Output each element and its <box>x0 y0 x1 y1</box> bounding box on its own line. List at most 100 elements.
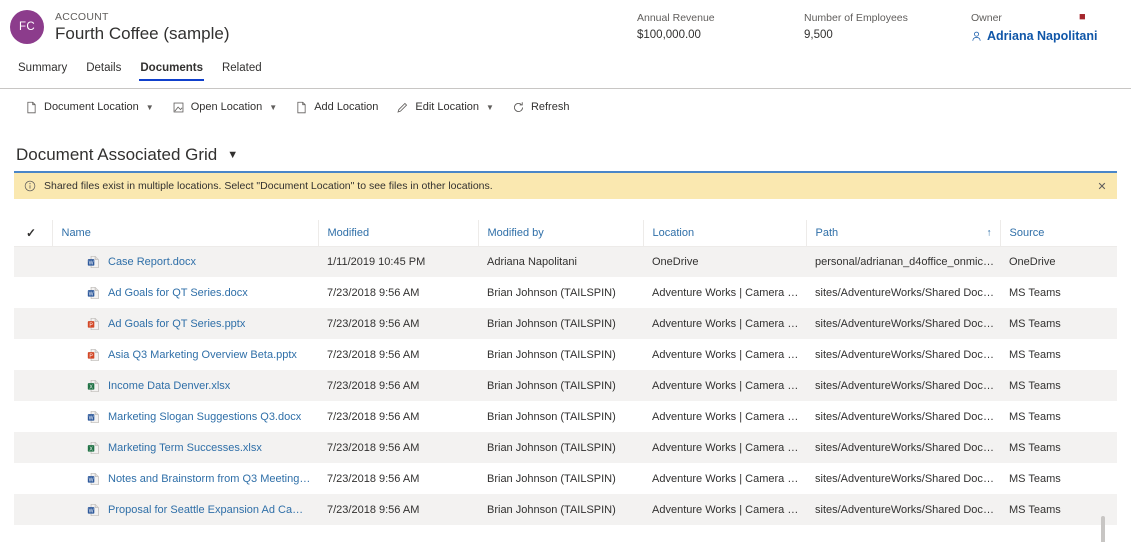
cell-modified-by: Brian Johnson (TAILSPIN) <box>487 472 616 485</box>
tab-documents[interactable]: Documents <box>132 62 211 81</box>
annual-revenue-label: Annual Revenue <box>637 12 715 24</box>
select-all-header[interactable]: ✓ <box>14 220 52 247</box>
row-select-cell[interactable] <box>14 494 52 525</box>
row-select-cell[interactable] <box>14 277 52 308</box>
cell-source: MS Teams <box>1009 503 1061 516</box>
cell-path: sites/AdventureWorks/Shared Documents/… <box>815 441 1000 454</box>
cell-location: Adventure Works | Camera Equipm… <box>652 317 806 330</box>
word-file-icon: W <box>87 410 99 423</box>
entity-type-label: ACCOUNT <box>55 10 109 23</box>
svg-text:W: W <box>89 477 94 483</box>
svg-text:W: W <box>89 260 94 266</box>
tab-related[interactable]: Related <box>214 62 270 81</box>
table-row[interactable]: W Marketing Slogan Suggestions Q3.docx 7/2… <box>14 401 1117 432</box>
chevron-down-icon: ▼ <box>269 102 278 112</box>
file-name-link[interactable]: Marketing Slogan Suggestions Q3.docx <box>108 411 301 423</box>
file-name-link[interactable]: Proposal for Seattle Expansion Ad Campai… <box>108 504 312 516</box>
close-icon[interactable]: ✕ <box>1095 180 1109 193</box>
vertical-scrollbar[interactable] <box>1101 516 1105 542</box>
open-location-button[interactable]: Open Location ▼ <box>163 96 286 119</box>
owner-label: Owner <box>971 12 1002 24</box>
checkmark-icon: ✓ <box>26 225 37 240</box>
cell-source: MS Teams <box>1009 472 1061 485</box>
cell-modified: 7/23/2018 9:56 AM <box>327 472 420 485</box>
cell-path: sites/AdventureWorks/Shared Documents/… <box>815 503 1000 516</box>
row-select-cell[interactable] <box>14 370 52 401</box>
cell-name: X Marketing Term Successes.xlsx <box>52 432 318 463</box>
row-select-cell[interactable] <box>14 432 52 463</box>
excel-file-icon: X <box>87 441 99 454</box>
cell-modified-by: Brian Johnson (TAILSPIN) <box>487 410 616 423</box>
column-header-source[interactable]: Source <box>999 220 1117 247</box>
document-location-icon <box>27 101 36 113</box>
cell-modified: 7/23/2018 9:56 AM <box>327 348 420 361</box>
row-select-cell[interactable] <box>14 339 52 370</box>
table-row[interactable]: W Notes and Brainstorm from Q3 Meeting.do… <box>14 463 1117 494</box>
header-field-owner: Owner ■ Adriana Napolitani <box>971 12 1131 44</box>
file-name-link[interactable]: Ad Goals for QT Series.docx <box>108 287 248 299</box>
table-row[interactable]: P Asia Q3 Marketing Overview Beta.pptx 7/2… <box>14 339 1117 370</box>
cell-modified: 7/23/2018 9:56 AM <box>327 379 420 392</box>
documents-table-wrapper: ✓ Name Modified Modified by Location Pat… <box>14 220 1117 542</box>
file-name-link[interactable]: Marketing Term Successes.xlsx <box>108 442 262 454</box>
cell-path: personal/adrianan_d4office_onmicrosoft_c… <box>815 255 1000 268</box>
table-row[interactable]: P Ad Goals for QT Series.pptx 7/23/2018 9:… <box>14 308 1117 339</box>
add-location-button[interactable]: Add Location <box>286 96 387 119</box>
row-select-cell[interactable] <box>14 246 52 277</box>
banner-message: Shared files exist in multiple locations… <box>44 180 493 192</box>
cell-modified: 1/11/2019 10:45 PM <box>327 255 426 268</box>
column-header-path[interactable]: Path ↑ <box>805 220 1000 247</box>
file-name-link[interactable]: Notes and Brainstorm from Q3 Meeting.doc… <box>108 473 312 485</box>
column-header-name[interactable]: Name <box>51 220 318 247</box>
avatar: FC <box>10 10 44 44</box>
chevron-down-icon: ▼ <box>227 149 239 161</box>
cell-name: W Proposal for Seattle Expansion Ad Campa… <box>52 494 318 525</box>
cell-path: sites/AdventureWorks/Shared Documents/… <box>815 379 1000 392</box>
cell-name: P Asia Q3 Marketing Overview Beta.pptx <box>52 339 318 370</box>
view-selector[interactable]: Document Associated Grid ▼ <box>0 125 238 171</box>
tab-details[interactable]: Details <box>78 62 129 81</box>
number-of-employees-value[interactable]: 9,500 <box>804 29 971 41</box>
column-header-location[interactable]: Location <box>642 220 806 247</box>
file-name-link[interactable]: Ad Goals for QT Series.pptx <box>108 318 245 330</box>
column-header-modified[interactable]: Modified <box>317 220 478 247</box>
svg-text:W: W <box>89 415 94 421</box>
cell-modified-by: Brian Johnson (TAILSPIN) <box>487 441 616 454</box>
cell-name: P Ad Goals for QT Series.pptx <box>52 308 318 339</box>
table-row[interactable]: W Case Report.docx 1/11/2019 10:45 PM Adria… <box>14 246 1117 277</box>
refresh-button[interactable]: Refresh <box>503 96 579 119</box>
cell-source: MS Teams <box>1009 348 1061 361</box>
cell-location: Adventure Works | Camera Equipm… <box>652 286 806 299</box>
cell-source: MS Teams <box>1009 441 1061 454</box>
annual-revenue-value[interactable]: $100,000.00 <box>637 29 804 41</box>
owner-name: Adriana Napolitani <box>987 29 1098 43</box>
table-row[interactable]: X Income Data Denver.xlsx 7/23/2018 9:56 A… <box>14 370 1117 401</box>
table-header-row: ✓ Name Modified Modified by Location Pat… <box>14 220 1117 247</box>
cell-location: Adventure Works | Camera Equipm… <box>652 472 806 485</box>
row-select-cell[interactable] <box>14 401 52 432</box>
table-row[interactable]: W Ad Goals for QT Series.docx 7/23/2018 9:… <box>14 277 1117 308</box>
document-location-button[interactable]: Document Location ▼ <box>16 96 163 119</box>
table-row[interactable]: X Marketing Term Successes.xlsx 7/23/2018 … <box>14 432 1117 463</box>
column-header-modified-by[interactable]: Modified by <box>477 220 643 247</box>
person-icon <box>972 31 981 41</box>
file-name-link[interactable]: Income Data Denver.xlsx <box>108 380 230 392</box>
file-name-link[interactable]: Asia Q3 Marketing Overview Beta.pptx <box>108 349 297 361</box>
row-select-cell[interactable] <box>14 463 52 494</box>
cell-path: sites/AdventureWorks/Shared Documents/… <box>815 348 1000 361</box>
edit-location-button[interactable]: Edit Location ▼ <box>387 96 503 119</box>
table-row[interactable]: W Proposal for Seattle Expansion Ad Campa… <box>14 494 1117 525</box>
cell-modified: 7/23/2018 9:56 AM <box>327 317 420 330</box>
tab-summary[interactable]: Summary <box>10 62 75 81</box>
chevron-down-icon: ▼ <box>486 102 494 112</box>
open-location-label: Open Location <box>190 101 263 113</box>
cell-source: OneDrive <box>1009 255 1056 268</box>
cell-name: W Notes and Brainstorm from Q3 Meeting.do… <box>52 463 318 494</box>
row-select-cell[interactable] <box>14 308 52 339</box>
owner-value-link[interactable]: Adriana Napolitani <box>971 29 1131 43</box>
record-identity: FC ACCOUNT Fourth Coffee (sample) <box>0 10 400 44</box>
cell-modified: 7/23/2018 9:56 AM <box>327 503 420 516</box>
svg-text:X: X <box>89 384 93 390</box>
svg-text:P: P <box>89 353 93 359</box>
file-name-link[interactable]: Case Report.docx <box>108 256 196 268</box>
